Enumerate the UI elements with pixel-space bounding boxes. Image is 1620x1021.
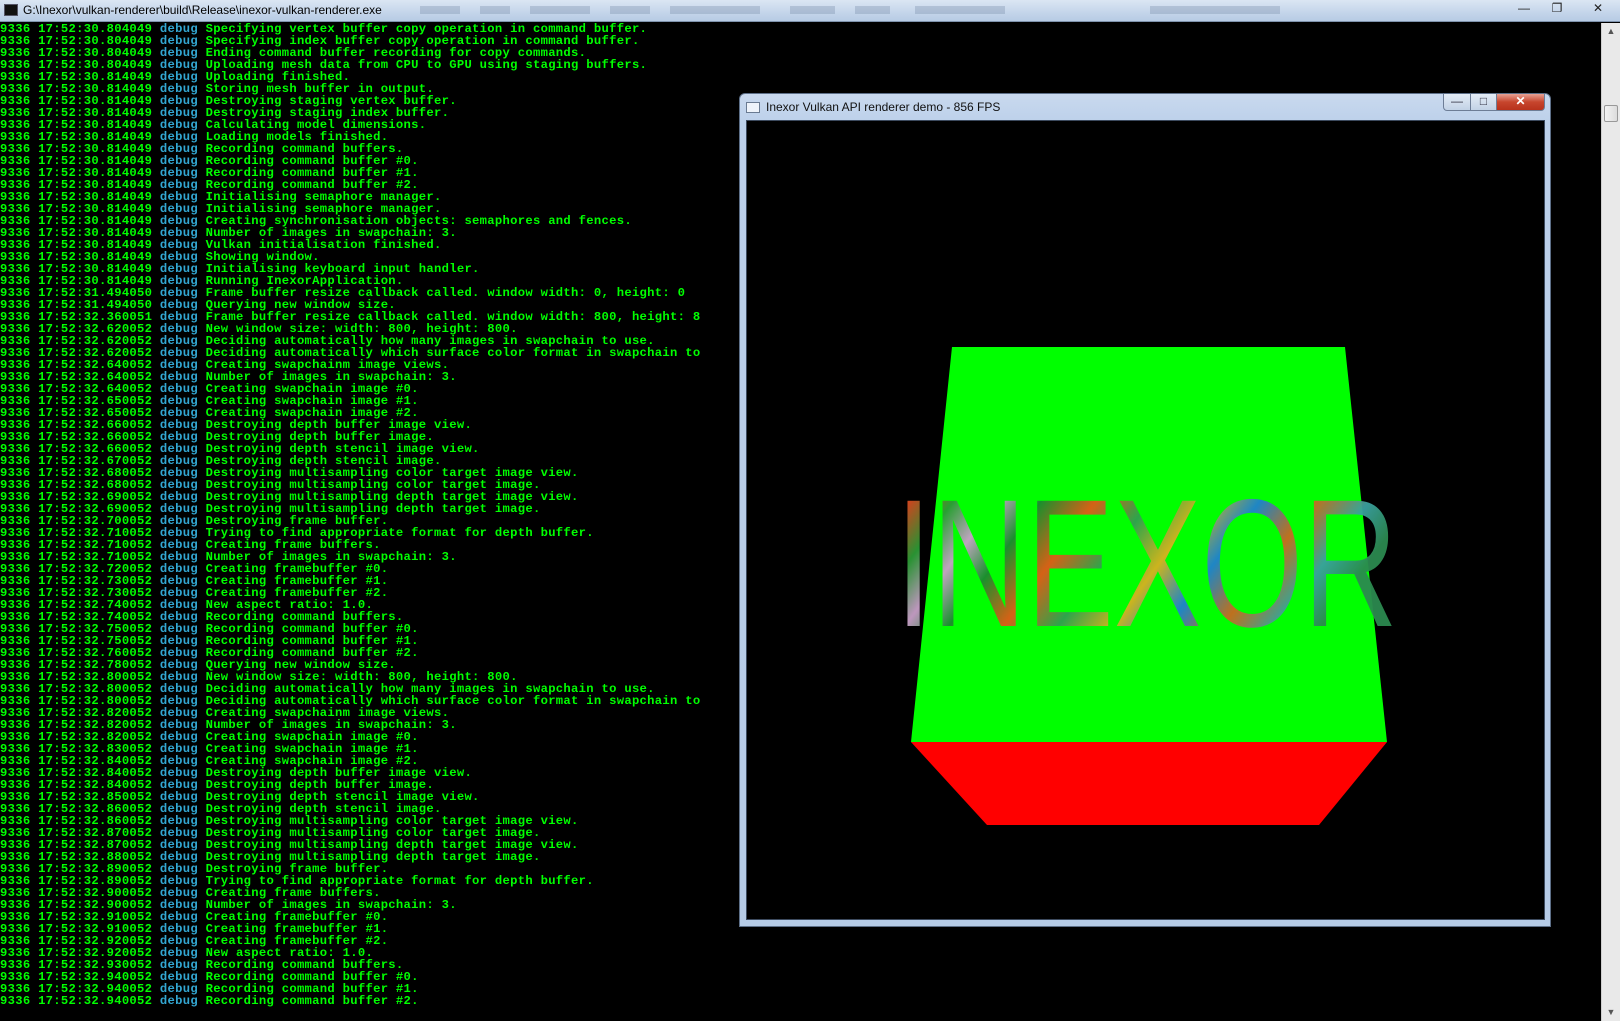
title-bar-ghost bbox=[670, 6, 760, 14]
console-close-button[interactable]: ✕ bbox=[1580, 0, 1616, 18]
console-minimize-button[interactable]: — bbox=[1511, 0, 1537, 18]
scroll-up-arrow-icon[interactable]: ▲ bbox=[1602, 23, 1620, 40]
title-bar-ghost bbox=[480, 6, 510, 14]
inexor-logo-text: INEXOR bbox=[895, 461, 1397, 665]
console-maximize-button[interactable]: ❐ bbox=[1544, 0, 1570, 18]
title-bar-ghost bbox=[420, 6, 460, 14]
scrollbar-thumb[interactable] bbox=[1604, 105, 1618, 122]
restore-icon: ❐ bbox=[1551, 1, 1563, 15]
console-window-title: G:\Inexor\vulkan-renderer\build\Release\… bbox=[23, 3, 382, 17]
console-window-icon bbox=[4, 4, 18, 16]
cube-bottom-face bbox=[911, 742, 1387, 825]
render-viewport[interactable]: INEXOR bbox=[746, 120, 1545, 920]
title-bar-ghost bbox=[855, 6, 890, 14]
renderer-maximize-button[interactable]: □ bbox=[1470, 94, 1497, 111]
console-title-bar[interactable]: G:\Inexor\vulkan-renderer\build\Release\… bbox=[0, 0, 1620, 22]
title-bar-ghost bbox=[1150, 6, 1280, 14]
renderer-window[interactable]: Inexor Vulkan API renderer demo - 856 FP… bbox=[739, 93, 1551, 927]
close-icon: ✕ bbox=[1515, 94, 1526, 108]
log-message: Recording command buffer #2. bbox=[197, 994, 419, 1008]
renderer-window-title: Inexor Vulkan API renderer demo - 856 FP… bbox=[766, 100, 1001, 114]
log-level: debug bbox=[159, 994, 198, 1008]
renderer-minimize-button[interactable]: — bbox=[1443, 94, 1471, 111]
scroll-down-arrow-icon[interactable]: ▼ bbox=[1602, 1004, 1620, 1021]
title-bar-ghost bbox=[610, 6, 650, 14]
log-pid-time: 9336 17:52:32.940052 bbox=[0, 994, 160, 1008]
close-icon: ✕ bbox=[1592, 1, 1604, 15]
cube-scene: INEXOR bbox=[895, 347, 1398, 825]
renderer-close-button[interactable]: ✕ bbox=[1496, 94, 1545, 111]
title-bar-ghost bbox=[530, 6, 590, 14]
console-log[interactable]: 9336 17:52:30.804049 debug Specifying ve… bbox=[0, 23, 760, 1013]
maximize-icon: □ bbox=[1479, 94, 1488, 108]
minimize-icon: — bbox=[1518, 1, 1530, 15]
title-bar-ghost bbox=[790, 6, 835, 14]
log-line: 9336 17:52:32.940052 debug Recording com… bbox=[0, 995, 760, 1007]
minimize-icon: — bbox=[1451, 94, 1463, 108]
app-window-icon bbox=[746, 102, 760, 113]
console-scrollbar[interactable]: ▲ ▼ bbox=[1601, 23, 1620, 1021]
title-bar-ghost bbox=[915, 6, 1005, 14]
